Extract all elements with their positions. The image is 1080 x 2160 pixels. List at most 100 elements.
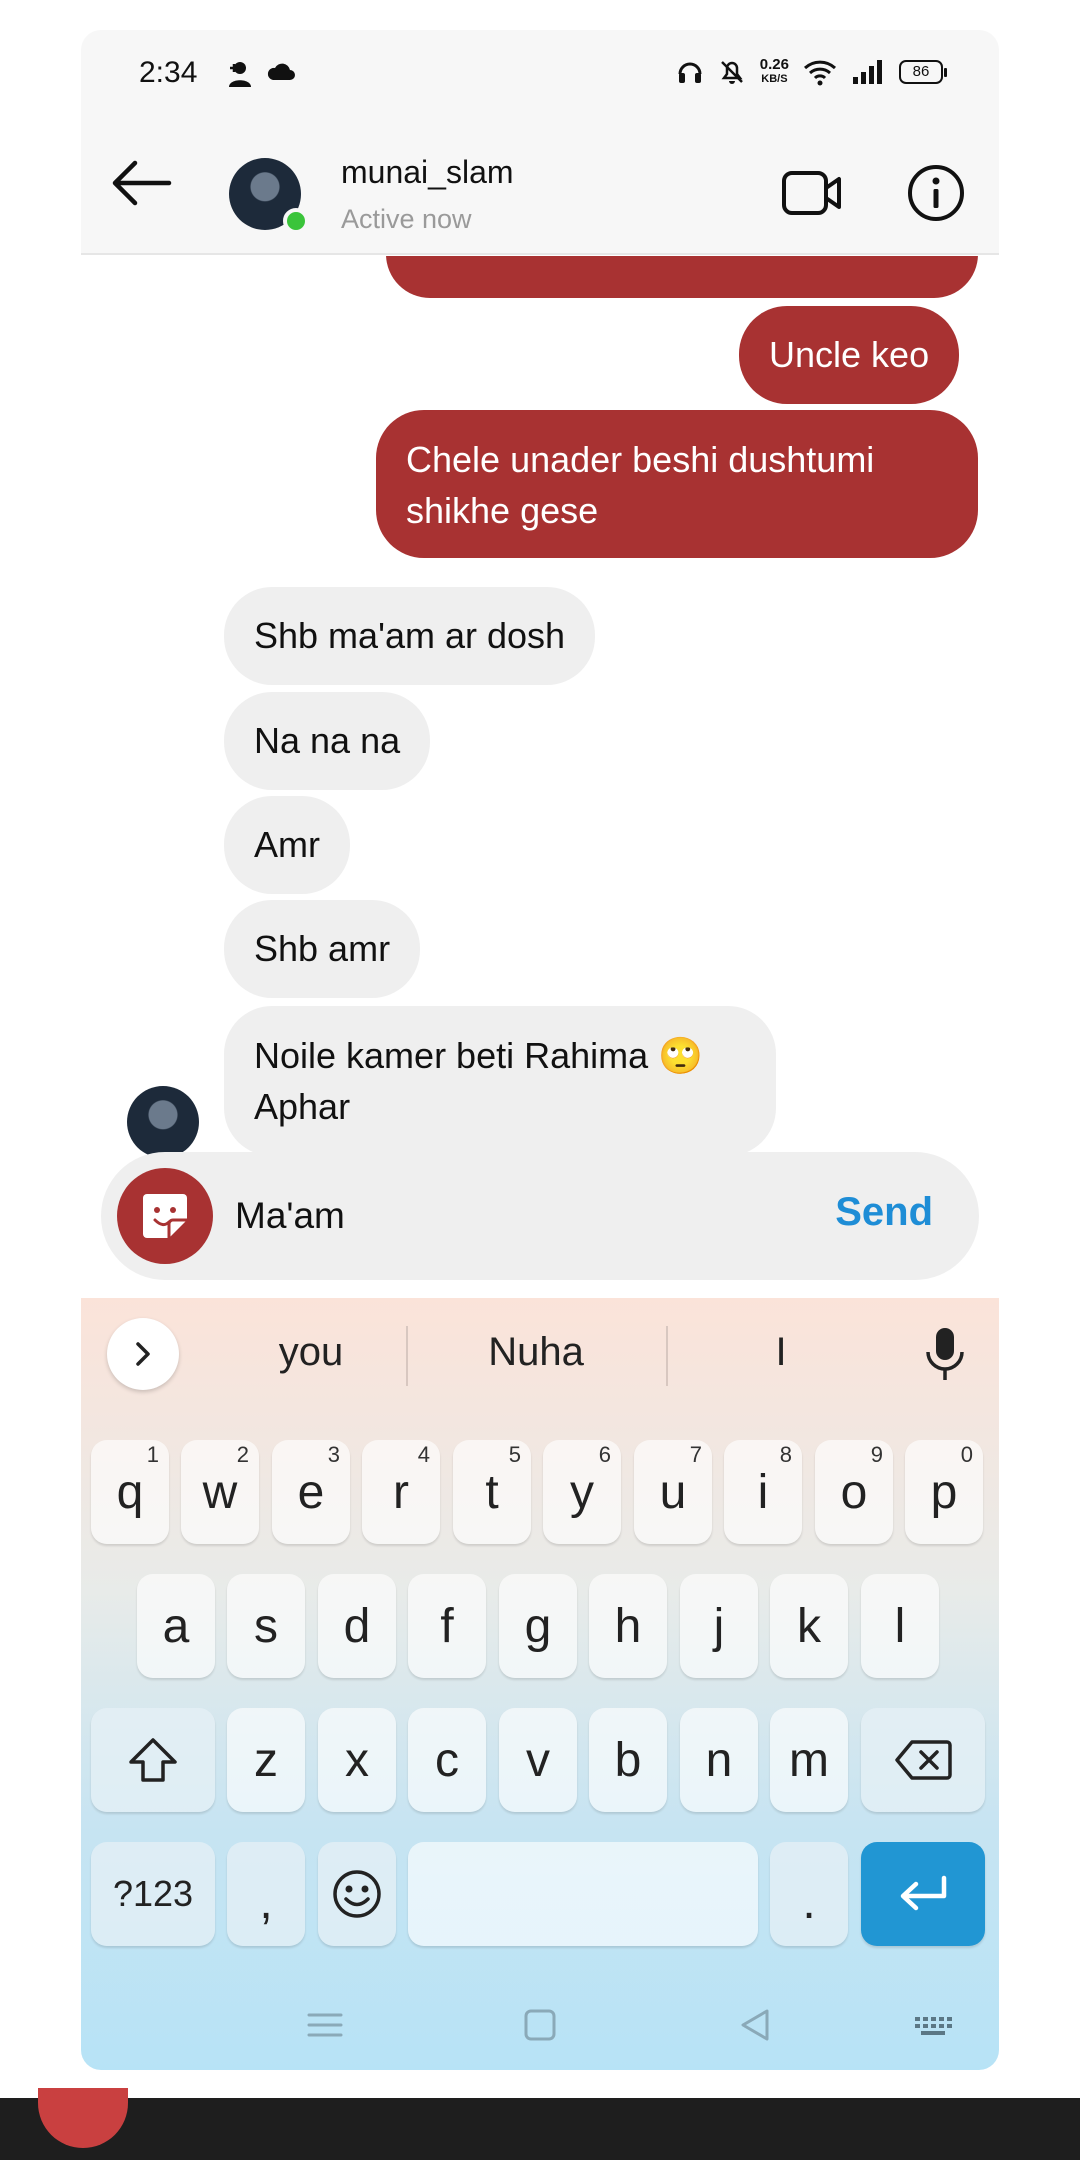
background-bottom-band bbox=[0, 2088, 1080, 2160]
key-h[interactable]: h bbox=[589, 1574, 667, 1678]
backspace-key[interactable] bbox=[861, 1708, 985, 1812]
signal-icon bbox=[853, 60, 882, 84]
key-x[interactable]: x bbox=[318, 1708, 396, 1812]
key-hint: 6 bbox=[598, 1442, 611, 1467]
key-label: y bbox=[570, 1465, 594, 1519]
key-a[interactable]: a bbox=[137, 1574, 215, 1678]
key-label: r bbox=[393, 1465, 409, 1519]
key-hint: 4 bbox=[417, 1442, 430, 1467]
key-z[interactable]: z bbox=[227, 1708, 305, 1812]
contact-username[interactable]: munai_slam bbox=[341, 154, 514, 191]
key-c[interactable]: c bbox=[408, 1708, 486, 1812]
key-r[interactable]: r4 bbox=[362, 1440, 440, 1544]
home-square-icon[interactable] bbox=[518, 2003, 562, 2047]
key-e[interactable]: e3 bbox=[272, 1440, 350, 1544]
message-bubble-outgoing[interactable]: Uncle keo bbox=[739, 306, 960, 404]
key-v[interactable]: v bbox=[499, 1708, 577, 1812]
message-bubble-incoming[interactable]: Noile kamer beti Rahima 🙄 Aphar bbox=[224, 1006, 776, 1156]
message-bubble-outgoing[interactable]: Chele unader beshi dushtumi shikhe gese bbox=[376, 410, 978, 558]
enter-key[interactable] bbox=[861, 1842, 985, 1946]
key-hint: 5 bbox=[508, 1442, 521, 1467]
key-hint: 0 bbox=[960, 1442, 973, 1467]
microphone-icon[interactable] bbox=[923, 1326, 967, 1382]
video-call-icon[interactable] bbox=[781, 168, 843, 218]
backspace-icon bbox=[895, 1740, 952, 1780]
message-bubble-incoming[interactable]: Na na na bbox=[224, 692, 431, 790]
status-bar: 2:34 0.26 KB/S 86 bbox=[81, 30, 999, 120]
shift-key[interactable] bbox=[91, 1708, 215, 1812]
enter-arrow-icon bbox=[900, 1875, 947, 1911]
system-navigation-bar bbox=[81, 1981, 999, 2070]
bell-muted-icon bbox=[720, 61, 743, 84]
message-bubble-incoming[interactable]: Shb amr bbox=[224, 900, 421, 998]
message-thread: Kik shokale ami biehar dibo e Uncle keo … bbox=[81, 256, 999, 1176]
key-label: i bbox=[757, 1465, 769, 1519]
key-q[interactable]: q1 bbox=[91, 1440, 169, 1544]
key-o[interactable]: o9 bbox=[815, 1440, 893, 1544]
period-key[interactable]: . bbox=[770, 1842, 848, 1946]
key-s[interactable]: s bbox=[227, 1574, 305, 1678]
key-d[interactable]: d bbox=[318, 1574, 396, 1678]
key-y[interactable]: y6 bbox=[543, 1440, 621, 1544]
network-speed-value: 0.26 bbox=[759, 56, 789, 73]
key-n[interactable]: n bbox=[680, 1708, 758, 1812]
message-composer: Send bbox=[101, 1152, 979, 1280]
sticker-icon bbox=[143, 1194, 187, 1238]
key-m[interactable]: m bbox=[770, 1708, 848, 1812]
message-bubble-incoming[interactable]: Amr bbox=[224, 796, 350, 894]
key-label: u bbox=[659, 1465, 687, 1519]
key-b[interactable]: b bbox=[589, 1708, 667, 1812]
back-triangle-icon[interactable] bbox=[733, 2003, 777, 2047]
space-key[interactable] bbox=[408, 1842, 758, 1946]
emoji-key[interactable] bbox=[318, 1842, 396, 1946]
keyboard-hide-icon[interactable] bbox=[911, 2003, 955, 2047]
key-label: w bbox=[202, 1465, 238, 1519]
symbols-key[interactable]: ?123 bbox=[91, 1842, 215, 1946]
key-p[interactable]: p0 bbox=[905, 1440, 983, 1544]
suggestion-item[interactable]: I bbox=[691, 1330, 871, 1375]
contact-avatar[interactable] bbox=[229, 158, 309, 234]
back-arrow-icon[interactable] bbox=[109, 158, 173, 208]
sender-avatar[interactable] bbox=[127, 1086, 199, 1158]
key-hint: 7 bbox=[689, 1442, 702, 1467]
chat-header: munai_slam Active now bbox=[81, 120, 999, 255]
message-input[interactable] bbox=[235, 1186, 795, 1246]
send-button[interactable]: Send bbox=[835, 1190, 933, 1235]
key-hint: 9 bbox=[870, 1442, 883, 1467]
suggestion-item[interactable]: you bbox=[221, 1330, 401, 1375]
shift-arrow-icon bbox=[129, 1738, 177, 1782]
contact-active-status: Active now bbox=[341, 204, 472, 234]
key-hint: 2 bbox=[236, 1442, 249, 1467]
on-screen-keyboard: you Nuha I q1 w2 e3 r4 t5 y6 u7 i8 o9 p0… bbox=[81, 1298, 999, 2070]
wifi-icon bbox=[803, 60, 837, 86]
key-u[interactable]: u7 bbox=[634, 1440, 712, 1544]
key-k[interactable]: k bbox=[770, 1574, 848, 1678]
key-label: o bbox=[840, 1465, 868, 1519]
key-label: e bbox=[297, 1465, 325, 1519]
online-status-dot bbox=[283, 208, 309, 234]
key-g[interactable]: g bbox=[499, 1574, 577, 1678]
key-f[interactable]: f bbox=[408, 1574, 486, 1678]
key-w[interactable]: w2 bbox=[181, 1440, 259, 1544]
battery-indicator: 86 bbox=[899, 60, 947, 84]
message-bubble-outgoing[interactable]: Kik shokale ami biehar dibo e bbox=[386, 256, 978, 298]
key-t[interactable]: t5 bbox=[453, 1440, 531, 1544]
key-j[interactable]: j bbox=[680, 1574, 758, 1678]
phone-screen: 2:34 0.26 KB/S 86 munai_slam Active now … bbox=[81, 30, 999, 2070]
status-time: 2:34 bbox=[139, 56, 198, 89]
suggestion-item[interactable]: Nuha bbox=[436, 1330, 636, 1375]
info-icon[interactable] bbox=[907, 164, 965, 222]
suggestion-divider bbox=[406, 1326, 408, 1386]
key-hint: 8 bbox=[779, 1442, 792, 1467]
person-add-icon bbox=[229, 62, 251, 87]
key-i[interactable]: i8 bbox=[724, 1440, 802, 1544]
expand-toolbar-button[interactable] bbox=[107, 1318, 179, 1390]
smiley-icon bbox=[333, 1870, 381, 1918]
key-l[interactable]: l bbox=[861, 1574, 939, 1678]
network-speed-unit: KB/S bbox=[761, 73, 788, 85]
comma-key[interactable]: , bbox=[227, 1842, 305, 1946]
sticker-button[interactable] bbox=[117, 1168, 213, 1264]
menu-icon[interactable] bbox=[303, 2003, 347, 2047]
background-red-blob bbox=[38, 2088, 128, 2148]
message-bubble-incoming[interactable]: Shb ma'am ar dosh bbox=[224, 587, 596, 685]
